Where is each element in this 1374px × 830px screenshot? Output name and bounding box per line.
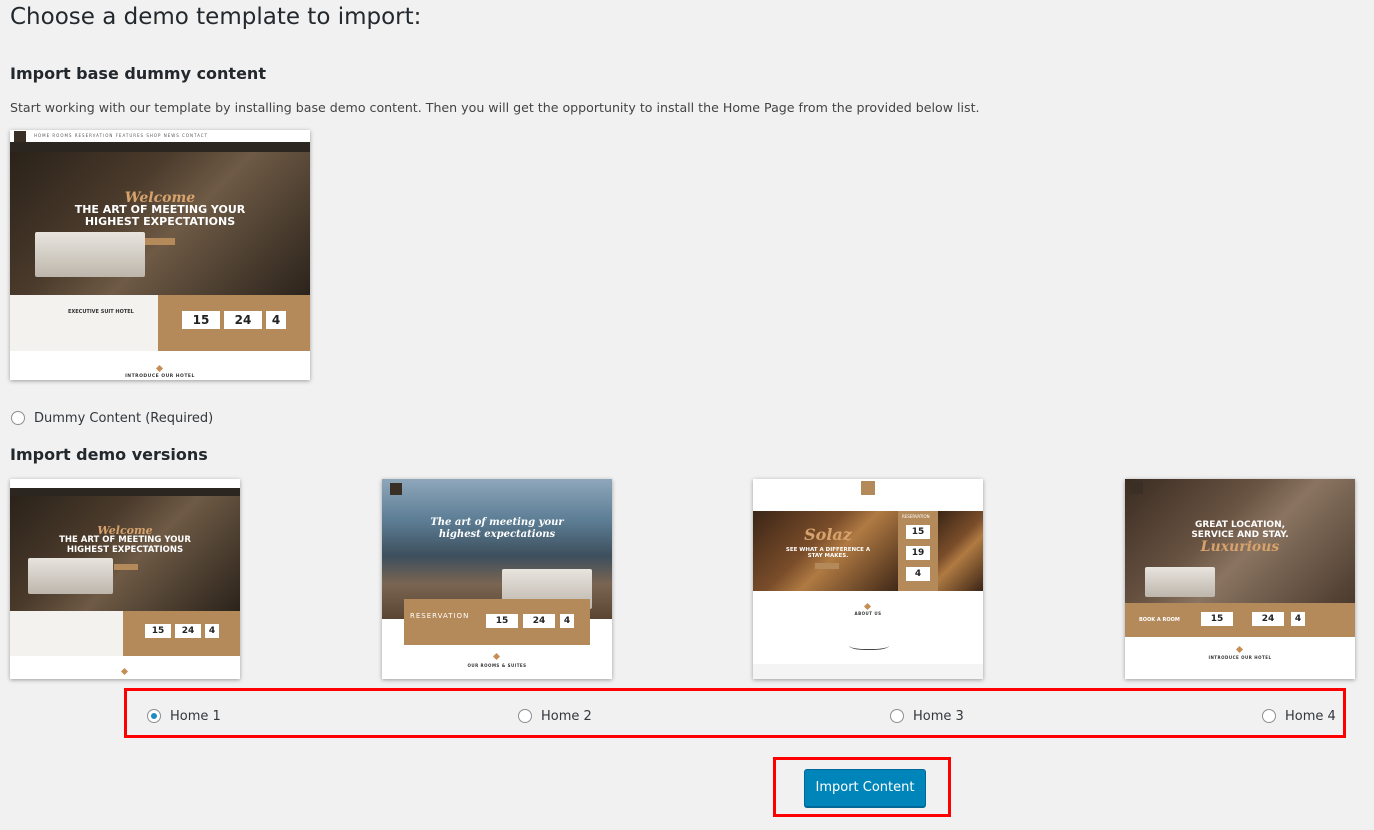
- home-3-label[interactable]: Home 3: [913, 709, 964, 724]
- home-4-book-label: BOOK A ROOM: [1139, 617, 1180, 623]
- import-content-button[interactable]: Import Content: [804, 769, 926, 807]
- home-4-date-1: 15: [1201, 612, 1233, 626]
- home-4-preview[interactable]: GREAT LOCATION, SERVICE AND STAY. Luxuri…: [1125, 479, 1355, 679]
- home-3-hero: Solaz SEE WHAT A DIFFERENCE A STAY MAKES…: [753, 511, 903, 591]
- versions-highlight-box: [124, 688, 1346, 738]
- home-1-about-block: [10, 611, 123, 656]
- home-1-reservation-block: 15 24 4: [123, 611, 240, 656]
- home-2-logo: [390, 483, 402, 495]
- home-3-logo: [861, 481, 875, 495]
- home-2-reservation-block: RESERVATION 15 24 4: [404, 599, 590, 645]
- preview-hero-button: [145, 238, 175, 245]
- preview-bed-image: [35, 232, 145, 277]
- preview-headline-2: HIGHEST EXPECTATIONS: [84, 215, 236, 228]
- home-2-script-text: The art of meeting your highest expectat…: [430, 517, 564, 540]
- home-2-preview[interactable]: The art of meeting your highest expectat…: [382, 479, 612, 679]
- home-1-headline-1: THE ART OF MEETING YOUR: [59, 535, 191, 545]
- home-4-label[interactable]: Home 4: [1285, 709, 1336, 724]
- preview-diamond-icon: [155, 364, 164, 373]
- preview-date-3: 4: [266, 311, 286, 329]
- dummy-content-label[interactable]: Dummy Content (Required): [34, 411, 213, 426]
- home-1-hero-button: [114, 564, 138, 570]
- base-content-description: Start working with our template by insta…: [10, 100, 980, 115]
- preview-executive-label: EXECUTIVE SUIT HOTEL: [68, 309, 134, 315]
- home-2-date-1: 15: [486, 614, 518, 628]
- preview-infobar: [10, 142, 310, 152]
- home-3-date-3: 4: [906, 567, 930, 581]
- home-2-label[interactable]: Home 2: [541, 709, 592, 724]
- page-title: Choose a demo template to import:: [10, 4, 422, 30]
- home-1-radio[interactable]: [147, 709, 161, 723]
- home-1-date-2: 24: [175, 624, 201, 638]
- home-1-preview[interactable]: Welcome THE ART OF MEETING YOUR HIGHEST …: [10, 479, 240, 679]
- home-4-intro-text: INTRODUCE OUR HOTEL: [1208, 655, 1272, 660]
- home-3-script-text: Solaz: [804, 525, 852, 544]
- home-3-diamond-icon: [863, 602, 872, 611]
- dummy-content-preview[interactable]: HOME ROOMS RESERVATION FEATURES SHOP NEW…: [10, 130, 310, 380]
- preview-date-1: 15: [182, 311, 220, 329]
- home-4-radio[interactable]: [1262, 709, 1276, 723]
- home-4-diamond-icon: [1235, 645, 1244, 654]
- home-1-date-3: 4: [205, 624, 219, 638]
- home-4-bed-image: [1145, 567, 1215, 597]
- home-3-title: SEE WHAT A DIFFERENCE A STAY MAKES.: [785, 547, 871, 560]
- home-4-date-2: 24: [1252, 612, 1284, 626]
- home-3-date-2: 19: [906, 546, 930, 560]
- home-1-date-1: 15: [145, 624, 171, 638]
- home-3-side-image: [938, 511, 983, 591]
- home-1-diamond-icon: [120, 667, 129, 676]
- preview-date-2: 24: [224, 311, 262, 329]
- preview-reservation-block: 15 24 4: [158, 295, 310, 351]
- home-1-infobar: [10, 488, 240, 496]
- preview-about-block: EXECUTIVE SUIT HOTEL: [10, 295, 158, 351]
- home-1-bed-image: [28, 558, 113, 594]
- home-2-reservation-label: RESERVATION: [410, 612, 470, 620]
- home-3-about-text: ABOUT US: [854, 611, 882, 616]
- home-4-date-3: 4: [1291, 612, 1305, 626]
- home-3-reservation-label: RESERVATION: [902, 514, 930, 519]
- home-3-reservation-block: RESERVATION 15 19 4: [898, 511, 938, 591]
- home-2-date-2: 24: [523, 614, 555, 628]
- home-3-hero-button: [815, 563, 839, 569]
- home-4-reservation-block: BOOK A ROOM 15 24 4: [1125, 603, 1355, 637]
- home-2-diamond-icon: [492, 652, 501, 661]
- preview-nav-links: HOME ROOMS RESERVATION FEATURES SHOP NEW…: [34, 133, 208, 138]
- home-3-radio[interactable]: [890, 709, 904, 723]
- home-2-date-3: 4: [560, 614, 574, 628]
- home-4-script-text: Luxurious: [1200, 539, 1280, 555]
- home-2-radio[interactable]: [518, 709, 532, 723]
- home-2-hero: The art of meeting your highest expectat…: [382, 479, 612, 619]
- preview-intro-text: INTRODUCE OUR HOTEL: [125, 374, 195, 379]
- home-1-headline-2: HIGHEST EXPECTATIONS: [66, 545, 184, 555]
- dummy-content-radio[interactable]: [11, 411, 25, 425]
- home-1-hero: Welcome THE ART OF MEETING YOUR HIGHEST …: [10, 496, 240, 611]
- home-4-logo: [1131, 482, 1143, 494]
- home-1-label[interactable]: Home 1: [170, 709, 221, 724]
- home-4-hero: GREAT LOCATION, SERVICE AND STAY. Luxuri…: [1125, 479, 1355, 603]
- versions-heading: Import demo versions: [10, 445, 208, 464]
- home-3-signature: [849, 639, 889, 650]
- home-3-footer-strip: [753, 664, 983, 679]
- preview-hero: Welcome THE ART OF MEETING YOUR HIGHEST …: [10, 152, 310, 295]
- home-2-rooms-text: OUR ROOMS & SUITES: [467, 663, 527, 668]
- home-4-title: GREAT LOCATION, SERVICE AND STAY.: [1191, 520, 1289, 540]
- base-content-heading: Import base dummy content: [10, 64, 266, 83]
- home-3-preview[interactable]: Solaz SEE WHAT A DIFFERENCE A STAY MAKES…: [753, 479, 983, 679]
- home-3-date-1: 15: [906, 525, 930, 539]
